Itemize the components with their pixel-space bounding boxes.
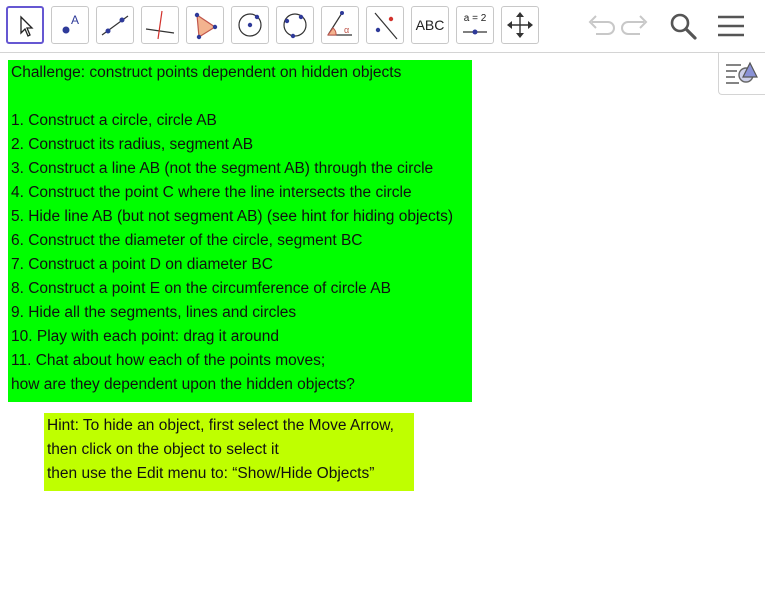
challenge-step-11-continued: how are they dependent upon the hidden o…: [11, 376, 355, 393]
algebra-view-toggle[interactable]: [718, 53, 765, 95]
tool-line[interactable]: [96, 6, 134, 44]
challenge-step-11: 11. Chat about how each of the points mo…: [11, 352, 326, 369]
challenge-step-6: 6. Construct the diameter of the circle,…: [11, 232, 363, 249]
challenge-step-8: 8. Construct a point E on the circumfere…: [11, 280, 391, 297]
reflect-icon: [374, 12, 398, 40]
challenge-step-10: 10. Play with each point: drag it around: [11, 328, 279, 345]
hint-line-2: then click on the object to select it: [47, 441, 279, 458]
toolbar: A α ABC a = 2: [0, 0, 765, 53]
perpendicular-line-icon: [145, 10, 175, 40]
move-graphics-view-icon: [507, 12, 533, 38]
undo-icon[interactable]: [584, 10, 616, 42]
redo-icon[interactable]: [620, 10, 652, 42]
challenge-step-2: 2. Construct its radius, segment AB: [11, 136, 254, 153]
challenge-step-7: 7. Construct a point D on diameter BC: [11, 256, 273, 273]
tool-perpendicular[interactable]: [141, 6, 179, 44]
hint-text-box[interactable]: Hint: To hide an object, first select th…: [44, 413, 414, 491]
tool-move-graphics[interactable]: [501, 6, 539, 44]
tool-slider[interactable]: a = 2: [456, 6, 494, 44]
tool-text[interactable]: ABC: [411, 6, 449, 44]
menu-icon[interactable]: [715, 10, 747, 42]
challenge-blank-line: [11, 85, 472, 109]
tool-move[interactable]: [6, 6, 44, 44]
line-icon: [101, 15, 129, 36]
tool-reflect[interactable]: [366, 6, 404, 44]
svg-text:α: α: [344, 25, 349, 35]
move-arrow-icon: [20, 15, 34, 37]
challenge-step-3: 3. Construct a line AB (not the segment …: [11, 160, 434, 177]
tool-point[interactable]: A: [51, 6, 89, 44]
challenge-text-box[interactable]: Challenge: construct points dependent on…: [8, 60, 472, 402]
challenge-step-5: 5. Hide line AB (but not segment AB) (se…: [11, 208, 453, 225]
polygon-icon: [194, 12, 218, 40]
algebra-view-toggle-icon: [726, 61, 758, 84]
circle-three-points-icon: [283, 13, 307, 39]
slider-icon: [463, 29, 487, 35]
circle-center-point-icon: [238, 13, 262, 37]
challenge-title: Challenge: construct points dependent on…: [11, 64, 402, 81]
hint-line-3: then use the Edit menu to: “Show/Hide Ob…: [47, 465, 375, 482]
tool-circle-center[interactable]: [231, 6, 269, 44]
tool-angle[interactable]: α: [321, 6, 359, 44]
angle-icon: α: [327, 11, 352, 36]
text-icon: ABC: [415, 17, 445, 33]
challenge-step-1: 1. Construct a circle, circle AB: [11, 112, 217, 129]
tool-circle-three-points[interactable]: [276, 6, 314, 44]
challenge-step-4: 4. Construct the point C where the line …: [11, 184, 412, 201]
search-icon[interactable]: [667, 10, 699, 42]
tool-polygon[interactable]: [186, 6, 224, 44]
hint-line-1: Hint: To hide an object, first select th…: [47, 417, 394, 434]
challenge-step-9: 9. Hide all the segments, lines and circ…: [11, 304, 297, 321]
point-icon: A: [62, 13, 79, 34]
svg-text:A: A: [71, 13, 79, 27]
